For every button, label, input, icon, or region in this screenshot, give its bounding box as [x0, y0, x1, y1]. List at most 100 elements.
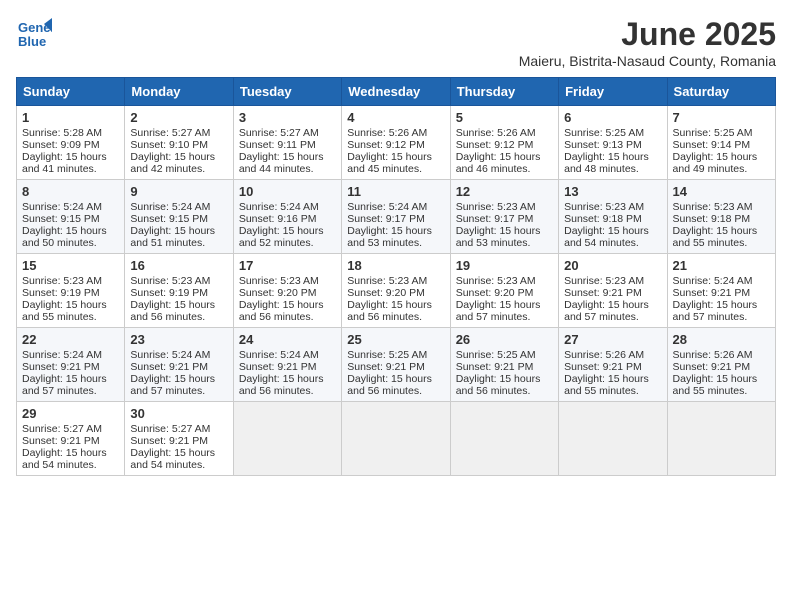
- calendar-cell: 22Sunrise: 5:24 AMSunset: 9:21 PMDayligh…: [17, 328, 125, 402]
- logo-icon: General Blue: [16, 16, 52, 52]
- day-info-line: and 54 minutes.: [130, 459, 227, 471]
- day-info-line: Sunset: 9:21 PM: [456, 361, 553, 373]
- calendar-cell: 9Sunrise: 5:24 AMSunset: 9:15 PMDaylight…: [125, 180, 233, 254]
- calendar-cell: 24Sunrise: 5:24 AMSunset: 9:21 PMDayligh…: [233, 328, 341, 402]
- day-info-line: Daylight: 15 hours: [456, 225, 553, 237]
- header: General Blue June 2025 Maieru, Bistrita-…: [16, 16, 776, 69]
- day-info-line: Sunset: 9:16 PM: [239, 213, 336, 225]
- day-number: 1: [22, 110, 119, 125]
- day-number: 26: [456, 332, 553, 347]
- calendar-cell: 8Sunrise: 5:24 AMSunset: 9:15 PMDaylight…: [17, 180, 125, 254]
- day-info-line: Sunset: 9:21 PM: [239, 361, 336, 373]
- day-info-line: Daylight: 15 hours: [564, 151, 661, 163]
- day-number: 18: [347, 258, 444, 273]
- location-title: Maieru, Bistrita-Nasaud County, Romania: [519, 53, 776, 69]
- day-info-line: Daylight: 15 hours: [22, 299, 119, 311]
- weekday-header-saturday: Saturday: [667, 78, 775, 106]
- day-info-line: Sunset: 9:17 PM: [456, 213, 553, 225]
- calendar-cell: 25Sunrise: 5:25 AMSunset: 9:21 PMDayligh…: [342, 328, 450, 402]
- day-number: 20: [564, 258, 661, 273]
- calendar-cell: 7Sunrise: 5:25 AMSunset: 9:14 PMDaylight…: [667, 106, 775, 180]
- weekday-header-wednesday: Wednesday: [342, 78, 450, 106]
- day-info-line: and 46 minutes.: [456, 163, 553, 175]
- day-info-line: Sunset: 9:21 PM: [347, 361, 444, 373]
- day-number: 3: [239, 110, 336, 125]
- day-info-line: Daylight: 15 hours: [130, 151, 227, 163]
- day-info-line: Sunrise: 5:25 AM: [564, 127, 661, 139]
- day-info-line: Daylight: 15 hours: [347, 299, 444, 311]
- day-info-line: and 41 minutes.: [22, 163, 119, 175]
- day-info-line: Sunrise: 5:26 AM: [564, 349, 661, 361]
- day-info-line: Sunset: 9:13 PM: [564, 139, 661, 151]
- day-info-line: Sunrise: 5:23 AM: [347, 275, 444, 287]
- day-number: 21: [673, 258, 770, 273]
- day-info-line: Sunrise: 5:24 AM: [130, 349, 227, 361]
- day-info-line: Daylight: 15 hours: [456, 373, 553, 385]
- day-info-line: Daylight: 15 hours: [564, 373, 661, 385]
- logo: General Blue: [16, 16, 52, 52]
- day-info-line: Sunrise: 5:24 AM: [239, 201, 336, 213]
- calendar-cell: 28Sunrise: 5:26 AMSunset: 9:21 PMDayligh…: [667, 328, 775, 402]
- day-info-line: and 55 minutes.: [22, 311, 119, 323]
- calendar-cell: 10Sunrise: 5:24 AMSunset: 9:16 PMDayligh…: [233, 180, 341, 254]
- calendar-cell: [233, 402, 341, 476]
- calendar-cell: 13Sunrise: 5:23 AMSunset: 9:18 PMDayligh…: [559, 180, 667, 254]
- calendar-cell: 20Sunrise: 5:23 AMSunset: 9:21 PMDayligh…: [559, 254, 667, 328]
- calendar-cell: 1 Sunrise: 5:28 AMSunset: 9:09 PMDaylight…: [17, 106, 125, 180]
- day-info-line: Sunrise: 5:27 AM: [130, 127, 227, 139]
- day-info-line: Sunset: 9:20 PM: [347, 287, 444, 299]
- day-info-line: Sunset: 9:21 PM: [22, 435, 119, 447]
- day-info-line: Daylight: 15 hours: [673, 151, 770, 163]
- day-info-line: and 56 minutes.: [130, 311, 227, 323]
- day-info-line: Sunset: 9:18 PM: [564, 213, 661, 225]
- day-info-line: Sunset: 9:21 PM: [673, 287, 770, 299]
- day-info-line: Sunset: 9:15 PM: [130, 213, 227, 225]
- weekday-header-tuesday: Tuesday: [233, 78, 341, 106]
- day-info-line: Daylight: 15 hours: [673, 225, 770, 237]
- calendar-cell: 5Sunrise: 5:26 AMSunset: 9:12 PMDaylight…: [450, 106, 558, 180]
- day-info-line: and 56 minutes.: [239, 385, 336, 397]
- day-info-line: Daylight: 15 hours: [130, 299, 227, 311]
- calendar-cell: 23Sunrise: 5:24 AMSunset: 9:21 PMDayligh…: [125, 328, 233, 402]
- calendar-cell: 12Sunrise: 5:23 AMSunset: 9:17 PMDayligh…: [450, 180, 558, 254]
- day-info-line: Sunset: 9:21 PM: [22, 361, 119, 373]
- day-number: 5: [456, 110, 553, 125]
- day-info-line: Daylight: 15 hours: [22, 373, 119, 385]
- day-info-line: and 45 minutes.: [347, 163, 444, 175]
- day-info-line: Daylight: 15 hours: [22, 151, 119, 163]
- day-number: 7: [673, 110, 770, 125]
- day-info-line: Sunset: 9:21 PM: [673, 361, 770, 373]
- day-info-line: Sunrise: 5:24 AM: [673, 275, 770, 287]
- day-info-line: Daylight: 15 hours: [22, 225, 119, 237]
- day-info-line: and 48 minutes.: [564, 163, 661, 175]
- weekday-header-sunday: Sunday: [17, 78, 125, 106]
- day-info-line: Sunset: 9:17 PM: [347, 213, 444, 225]
- calendar-cell: 3Sunrise: 5:27 AMSunset: 9:11 PMDaylight…: [233, 106, 341, 180]
- day-info-line: Sunrise: 5:25 AM: [347, 349, 444, 361]
- day-info-line: Sunrise: 5:23 AM: [673, 201, 770, 213]
- day-info-line: Sunset: 9:21 PM: [564, 361, 661, 373]
- day-info-line: and 56 minutes.: [239, 311, 336, 323]
- day-info-line: Daylight: 15 hours: [456, 299, 553, 311]
- day-number: 22: [22, 332, 119, 347]
- calendar-table: SundayMondayTuesdayWednesdayThursdayFrid…: [16, 77, 776, 476]
- day-info-line: Sunset: 9:19 PM: [130, 287, 227, 299]
- weekday-header-monday: Monday: [125, 78, 233, 106]
- day-info-line: Sunset: 9:09 PM: [22, 139, 119, 151]
- day-info-line: and 51 minutes.: [130, 237, 227, 249]
- month-title: June 2025: [519, 16, 776, 53]
- day-info-line: and 57 minutes.: [130, 385, 227, 397]
- day-number: 25: [347, 332, 444, 347]
- day-info-line: and 57 minutes.: [456, 311, 553, 323]
- day-info-line: and 52 minutes.: [239, 237, 336, 249]
- day-info-line: Sunset: 9:11 PM: [239, 139, 336, 151]
- day-info-line: Sunrise: 5:23 AM: [456, 275, 553, 287]
- day-number: 8: [22, 184, 119, 199]
- day-info-line: Sunrise: 5:23 AM: [239, 275, 336, 287]
- day-info-line: Daylight: 15 hours: [564, 299, 661, 311]
- day-info-line: Sunset: 9:12 PM: [456, 139, 553, 151]
- day-info-line: Daylight: 15 hours: [239, 373, 336, 385]
- day-info-line: Sunrise: 5:28 AM: [22, 127, 119, 139]
- calendar-cell: [559, 402, 667, 476]
- calendar-cell: [450, 402, 558, 476]
